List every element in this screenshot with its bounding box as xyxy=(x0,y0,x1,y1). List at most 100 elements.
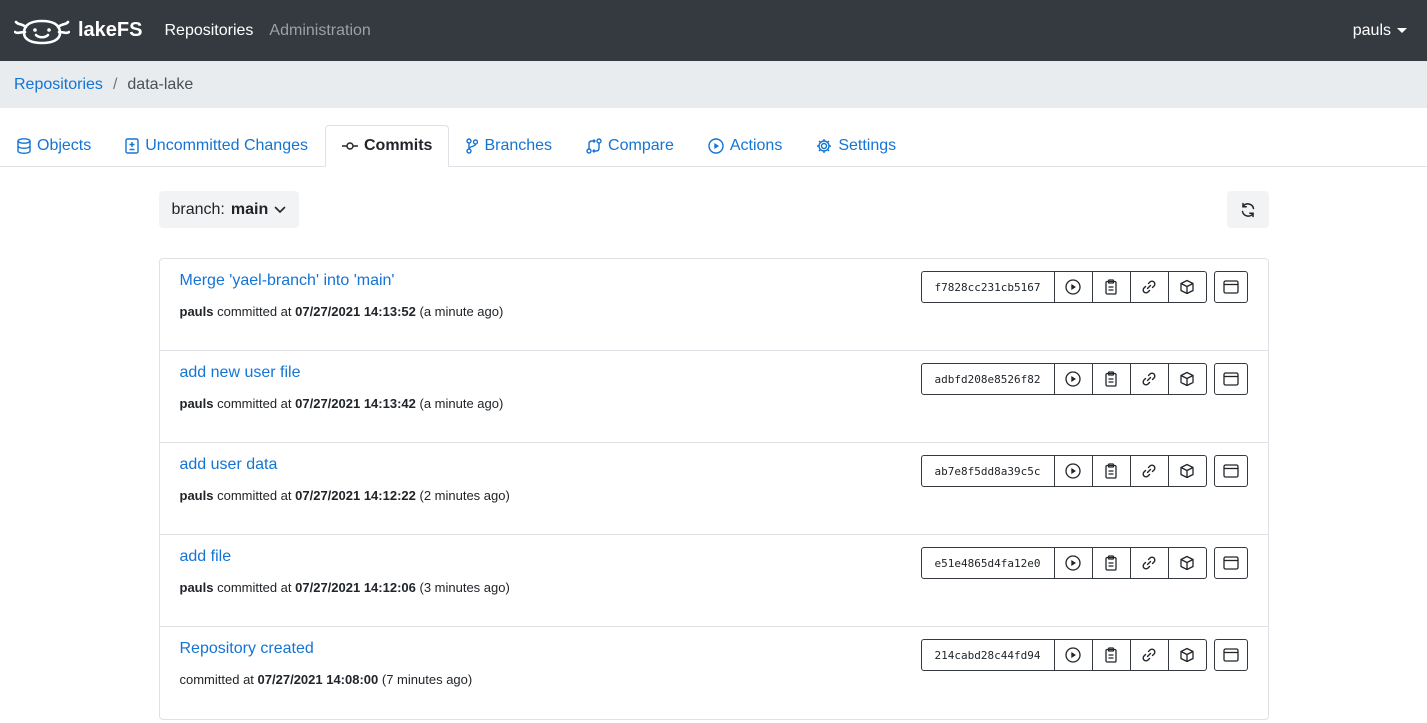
view-metadata-button[interactable] xyxy=(1167,363,1207,395)
database-icon xyxy=(17,138,31,154)
commit-meta: pauls committed at 07/27/2021 14:13:42 (… xyxy=(180,396,1248,411)
branch-selector[interactable]: branch: main xyxy=(158,191,300,228)
tab-actions-label: Actions xyxy=(729,137,783,154)
copy-id-button[interactable] xyxy=(1091,639,1131,671)
commit-sha-button[interactable]: 214cabd28c44fd94 xyxy=(920,639,1055,671)
browser-icon xyxy=(1222,648,1239,662)
browser-icon xyxy=(1222,372,1239,386)
compare-arrows-icon xyxy=(586,138,602,154)
commit-committed-at-label: committed at xyxy=(179,672,254,687)
gear-icon xyxy=(817,139,832,153)
tab-commits[interactable]: Commits xyxy=(325,125,450,167)
git-branch-icon xyxy=(466,138,479,154)
view-actions-button[interactable] xyxy=(1053,639,1093,671)
commit-row: add user data pauls committed at 07/27/2… xyxy=(159,443,1268,535)
nav-administration[interactable]: Administration xyxy=(269,22,370,40)
commit-author: pauls xyxy=(179,488,214,503)
view-actions-button[interactable] xyxy=(1053,455,1093,487)
view-metadata-button[interactable] xyxy=(1167,271,1207,303)
refresh-button[interactable] xyxy=(1226,191,1269,228)
breadcrumb: Repositories / data-lake xyxy=(0,61,1427,108)
tab-uncommitted-changes[interactable]: Uncommitted Changes xyxy=(108,125,325,167)
tab-commits-label: Commits xyxy=(364,137,433,154)
view-metadata-button[interactable] xyxy=(1167,639,1207,671)
commit-meta: pauls committed at 07/27/2021 14:13:52 (… xyxy=(180,304,1248,319)
tab-objects-label: Objects xyxy=(37,137,92,154)
commit-action-group: f7828cc231cb5167 xyxy=(920,271,1207,303)
play-circle-icon xyxy=(708,138,724,154)
copy-uri-button[interactable] xyxy=(1129,639,1169,671)
view-metadata-button[interactable] xyxy=(1167,455,1207,487)
commit-action-group: e51e4865d4fa12e0 xyxy=(920,547,1207,579)
commit-timestamp: 07/27/2021 14:12:22 xyxy=(295,488,416,503)
browse-objects-button[interactable] xyxy=(1213,455,1248,487)
commit-action-group: ab7e8f5dd8a39c5c xyxy=(920,455,1207,487)
commit-sha-button[interactable]: f7828cc231cb5167 xyxy=(920,271,1055,303)
brand[interactable]: lakeFS xyxy=(14,15,142,47)
browse-objects-button[interactable] xyxy=(1213,363,1248,395)
copy-id-button[interactable] xyxy=(1091,455,1131,487)
tab-settings-label: Settings xyxy=(838,137,897,154)
copy-id-button[interactable] xyxy=(1091,363,1131,395)
play-circle-icon xyxy=(1065,463,1081,479)
file-diff-icon xyxy=(125,138,139,154)
tab-branches[interactable]: Branches xyxy=(449,125,569,167)
view-actions-button[interactable] xyxy=(1053,363,1093,395)
commit-timestamp: 07/27/2021 14:13:52 xyxy=(295,304,416,319)
clipboard-icon xyxy=(1105,555,1117,571)
commit-committed-at-label: committed at xyxy=(217,396,292,411)
browse-objects-button[interactable] xyxy=(1213,639,1248,671)
view-actions-button[interactable] xyxy=(1053,271,1093,303)
browse-objects-button[interactable] xyxy=(1213,547,1248,579)
commit-actions: adbfd208e8526f82 xyxy=(920,363,1248,395)
breadcrumb-repositories-link[interactable]: Repositories xyxy=(14,76,103,94)
clipboard-icon xyxy=(1105,463,1117,479)
package-icon xyxy=(1180,463,1194,479)
package-icon xyxy=(1180,647,1194,663)
copy-uri-button[interactable] xyxy=(1129,363,1169,395)
commit-sha-button[interactable]: ab7e8f5dd8a39c5c xyxy=(920,455,1055,487)
commit-row: add file pauls committed at 07/27/2021 1… xyxy=(159,535,1268,627)
commit-sha-button[interactable]: e51e4865d4fa12e0 xyxy=(920,547,1055,579)
copy-id-button[interactable] xyxy=(1091,547,1131,579)
nav-repositories[interactable]: Repositories xyxy=(164,22,253,40)
user-name: pauls xyxy=(1352,21,1391,39)
user-menu[interactable]: pauls xyxy=(1353,0,1407,61)
lakefs-axolotl-logo-icon xyxy=(14,19,70,44)
commit-row: Merge 'yael-branch' into 'main' pauls co… xyxy=(159,259,1268,351)
view-metadata-button[interactable] xyxy=(1167,547,1207,579)
commit-sha-button[interactable]: adbfd208e8526f82 xyxy=(920,363,1055,395)
commit-committed-at-label: committed at xyxy=(217,304,292,319)
commit-relative-time: (2 minutes ago) xyxy=(419,488,510,503)
copy-uri-button[interactable] xyxy=(1129,271,1169,303)
breadcrumb-current-repo: data-lake xyxy=(127,75,194,93)
browse-objects-button[interactable] xyxy=(1213,271,1248,303)
commit-list: Merge 'yael-branch' into 'main' pauls co… xyxy=(158,258,1269,720)
commit-relative-time: (a minute ago) xyxy=(419,396,504,411)
view-actions-button[interactable] xyxy=(1053,547,1093,579)
commit-action-group: 214cabd28c44fd94 xyxy=(920,639,1207,671)
copy-uri-button[interactable] xyxy=(1129,455,1169,487)
commit-row: add new user file pauls committed at 07/… xyxy=(159,351,1268,443)
commit-relative-time: (a minute ago) xyxy=(419,304,504,319)
play-circle-icon xyxy=(1065,647,1081,663)
commit-timestamp: 07/27/2021 14:08:00 xyxy=(257,672,379,687)
commit-actions: e51e4865d4fa12e0 xyxy=(920,547,1248,579)
copy-id-button[interactable] xyxy=(1091,271,1131,303)
commit-action-group: adbfd208e8526f82 xyxy=(920,363,1207,395)
brand-name: lakeFS xyxy=(78,19,143,41)
tab-actions[interactable]: Actions xyxy=(691,125,799,167)
play-circle-icon xyxy=(1065,555,1081,571)
commit-meta: committed at 07/27/2021 14:08:00 (7 minu… xyxy=(180,672,1248,687)
commit-icon xyxy=(342,142,358,150)
tab-settings[interactable]: Settings xyxy=(799,125,913,167)
tab-compare[interactable]: Compare xyxy=(569,125,691,167)
commit-meta: pauls committed at 07/27/2021 14:12:22 (… xyxy=(180,488,1248,503)
browser-icon xyxy=(1222,280,1239,294)
tab-objects[interactable]: Objects xyxy=(0,125,108,167)
browser-icon xyxy=(1222,556,1239,570)
copy-uri-button[interactable] xyxy=(1129,547,1169,579)
caret-down-icon xyxy=(1397,28,1407,33)
commit-meta: pauls committed at 07/27/2021 14:12:06 (… xyxy=(180,580,1248,595)
link-icon xyxy=(1142,556,1156,570)
